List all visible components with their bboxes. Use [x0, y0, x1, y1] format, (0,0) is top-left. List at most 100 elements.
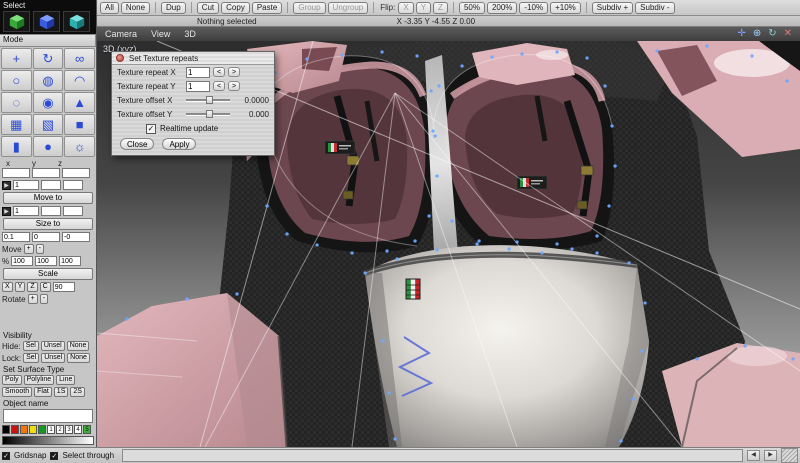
rotate-tool-icon[interactable]: ↻ [32, 48, 64, 69]
zoom-200-button[interactable]: 200% [486, 1, 518, 14]
gridsnap-checkbox[interactable] [2, 451, 10, 460]
view-menu[interactable]: View [151, 29, 170, 39]
rotate-y-button[interactable]: Y [14, 282, 26, 292]
move-to-button[interactable]: Move to [3, 192, 93, 204]
color-swatch-orange[interactable] [20, 425, 28, 434]
cylinder-tool-icon[interactable]: ▮ [1, 136, 32, 157]
apply-button[interactable]: Apply [162, 138, 197, 150]
scale-button[interactable]: Scale [3, 268, 93, 280]
lock-sel-button[interactable]: Sel [23, 353, 40, 363]
object-name-field[interactable] [3, 409, 93, 423]
texture-repeat-y-field[interactable] [186, 80, 210, 92]
color-swatch-red[interactable] [11, 425, 19, 434]
flip-z-button[interactable]: Z [433, 1, 448, 14]
rotate-x-button[interactable]: X [2, 282, 13, 292]
flat-button[interactable]: Flat [34, 387, 52, 397]
sphere-tool-icon[interactable]: ● [32, 136, 64, 157]
vertex-mode-cube-icon[interactable] [3, 11, 30, 32]
grid-plane-tool-icon[interactable]: ▦ [1, 114, 32, 135]
close-view-icon[interactable]: ✕ [784, 29, 792, 39]
scale-x-field[interactable] [11, 256, 34, 266]
smooth-button[interactable]: Smooth [2, 387, 33, 397]
camera-menu[interactable]: Camera [105, 29, 137, 39]
arc-tool-icon[interactable]: ◠ [64, 70, 95, 91]
move-step-z-field[interactable] [62, 232, 90, 242]
zoom-plus10-button[interactable]: +10% [550, 1, 581, 14]
polyline-button[interactable]: Polyline [23, 375, 55, 385]
color-swatch-yellow[interactable] [29, 425, 37, 434]
size-to-button[interactable]: Size to [3, 218, 93, 230]
move-tool-icon[interactable]: + [1, 48, 32, 69]
offset-x-slider[interactable] [186, 96, 230, 104]
move-to-z-field[interactable] [63, 180, 83, 190]
palette-slot-1[interactable]: 1 [47, 425, 55, 434]
move-plus-button[interactable]: + [23, 244, 34, 254]
none-button[interactable]: None [120, 1, 151, 14]
group-button[interactable]: Group [293, 1, 326, 14]
size-to-link-toggle[interactable]: ▶ [2, 206, 11, 216]
rotate-plus-button[interactable]: + [27, 294, 38, 304]
scale-y-field[interactable] [35, 256, 58, 266]
light-tool-icon[interactable]: ☼ [64, 136, 95, 157]
grayscale-ramp[interactable] [2, 436, 94, 445]
resize-grip[interactable] [781, 448, 798, 463]
rotate-z-button[interactable]: Z [27, 282, 38, 292]
wire-cube-tool-icon[interactable]: ▧ [32, 114, 64, 135]
axis-y-field[interactable] [32, 168, 60, 178]
palette-slot-4[interactable]: 4 [74, 425, 82, 434]
pan-icon[interactable]: ✛ [737, 29, 745, 39]
lock-none-button[interactable]: None [67, 353, 90, 363]
geosphere-tool-icon[interactable]: ◉ [32, 92, 64, 113]
select-through-checkbox[interactable] [50, 451, 59, 460]
repeat-x-increment-button[interactable]: > [228, 67, 240, 77]
texture-repeat-x-field[interactable] [186, 66, 210, 78]
rotate-minus-button[interactable]: - [39, 294, 49, 304]
cut-button[interactable]: Cut [196, 1, 220, 14]
ellipse-tool-icon[interactable]: ○ [1, 70, 32, 91]
hide-unsel-button[interactable]: Unsel [40, 341, 65, 351]
3d-menu[interactable]: 3D [184, 29, 196, 39]
repeat-y-decrement-button[interactable]: < [213, 81, 225, 91]
lasso-tool-icon[interactable]: ∞ [64, 48, 95, 69]
face-mode-cube-icon[interactable] [63, 11, 90, 32]
move-to-value-field[interactable] [13, 180, 39, 190]
subdiv-plus-button[interactable]: Subdiv + [591, 1, 634, 14]
orbit-icon[interactable]: ↻ [768, 29, 776, 39]
ring-tool-icon[interactable]: ◌ [1, 92, 32, 113]
realtime-update-checkbox[interactable]: ✓ [146, 123, 156, 134]
dialog-titlebar[interactable]: Set Texture repeats [112, 52, 274, 65]
repeat-y-increment-button[interactable]: > [228, 81, 240, 91]
zoom-minus10-button[interactable]: -10% [519, 1, 549, 14]
line-button[interactable]: Line [56, 375, 76, 385]
scroll-left-icon[interactable]: ◀ [747, 450, 760, 461]
size-to-y-field[interactable] [41, 206, 61, 216]
palette-slot-5[interactable]: 5 [83, 425, 91, 434]
copy-button[interactable]: Copy [221, 1, 250, 14]
scroll-right-icon[interactable]: ▶ [764, 450, 777, 461]
poly-button[interactable]: Poly [2, 375, 22, 385]
1s-button[interactable]: 1S [53, 387, 69, 397]
color-swatch-black[interactable] [2, 425, 10, 434]
horizontal-scrollbar[interactable] [122, 449, 743, 462]
all-button[interactable]: All [100, 1, 119, 14]
flip-y-button[interactable]: Y [415, 1, 432, 14]
axis-x-field[interactable] [2, 168, 30, 178]
scale-z-field[interactable] [59, 256, 82, 266]
move-step-x-field[interactable] [2, 232, 30, 242]
close-button[interactable]: Close [120, 138, 155, 150]
rotate-angle-field[interactable] [52, 282, 75, 292]
move-to-link-toggle[interactable]: ▶ [2, 180, 11, 190]
ungroup-button[interactable]: Ungroup [327, 1, 369, 14]
axis-z-field[interactable] [62, 168, 90, 178]
zoom-icon[interactable]: ⊕ [753, 29, 761, 39]
dup-button[interactable]: Dup [161, 1, 186, 14]
paste-button[interactable]: Paste [251, 1, 283, 14]
subdiv-minus-button[interactable]: Subdiv - [635, 1, 675, 14]
repeat-x-decrement-button[interactable]: < [213, 67, 225, 77]
hide-sel-button[interactable]: Sel [22, 341, 39, 351]
edge-mode-cube-icon[interactable] [33, 11, 60, 32]
hide-none-button[interactable]: None [66, 341, 90, 351]
lock-unsel-button[interactable]: Unsel [41, 353, 66, 363]
move-step-y-field[interactable] [32, 232, 60, 242]
cube-tool-icon[interactable]: ■ [64, 114, 95, 135]
